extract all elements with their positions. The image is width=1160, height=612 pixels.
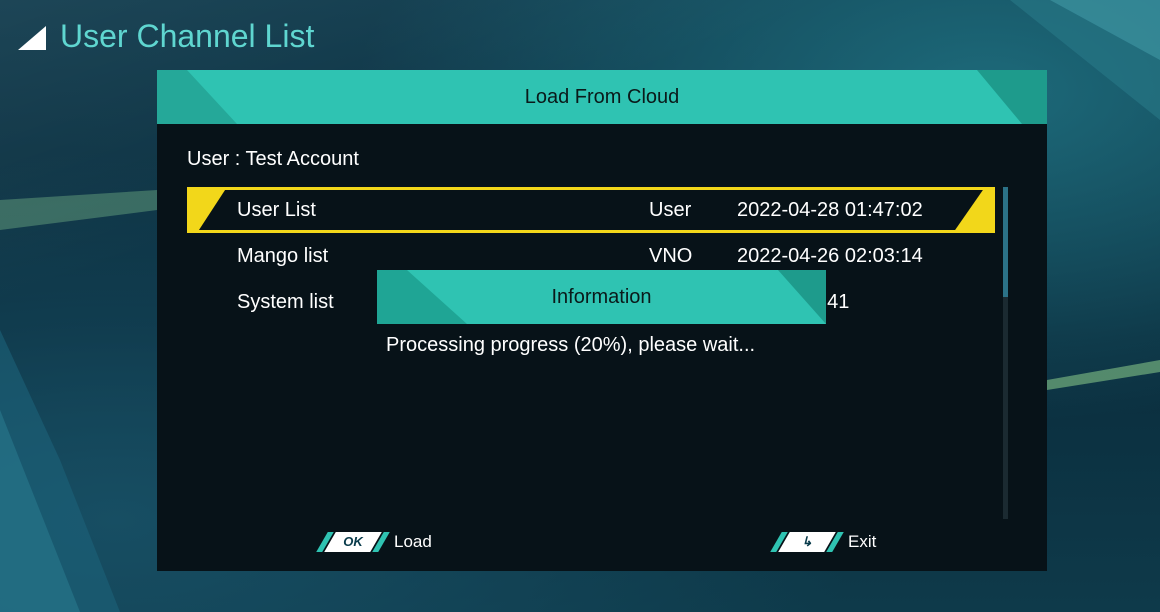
list-item[interactable]: User List User 2022-04-28 01:47:02 [187, 187, 995, 233]
exit-hint[interactable]: ↳ Exit [770, 530, 877, 554]
screen-header: User Channel List [18, 14, 314, 58]
selection-marker-right [953, 187, 995, 233]
information-title: Information [551, 286, 652, 308]
list-item-name: User List [237, 199, 316, 221]
list-item-name: System list [237, 291, 334, 313]
exit-label: Exit [848, 532, 877, 551]
ok-key-icon: OK [316, 532, 390, 552]
load-hint[interactable]: OK Load [316, 530, 432, 554]
list-item-type: User [649, 199, 692, 221]
triangle-icon [18, 26, 46, 50]
user-account-label: User : Test Account [187, 148, 359, 170]
load-label: Load [394, 532, 432, 551]
list-item-date: 2022-04-28 01:47:02 [737, 199, 923, 221]
scrollbar-thumb[interactable] [1003, 187, 1008, 297]
information-popup-header: Information [377, 270, 826, 324]
dialog-header: Load From Cloud [157, 70, 1047, 124]
progress-message: Processing progress (20%), please wait..… [386, 334, 756, 356]
dialog-title: Load From Cloud [524, 86, 680, 108]
return-arrow-icon: ↳ [770, 532, 844, 552]
screen-title: User Channel List [60, 17, 315, 54]
list-scrollbar[interactable] [1003, 187, 1008, 519]
selection-marker-left [187, 187, 227, 233]
list-item-name: Mango list [237, 245, 329, 267]
